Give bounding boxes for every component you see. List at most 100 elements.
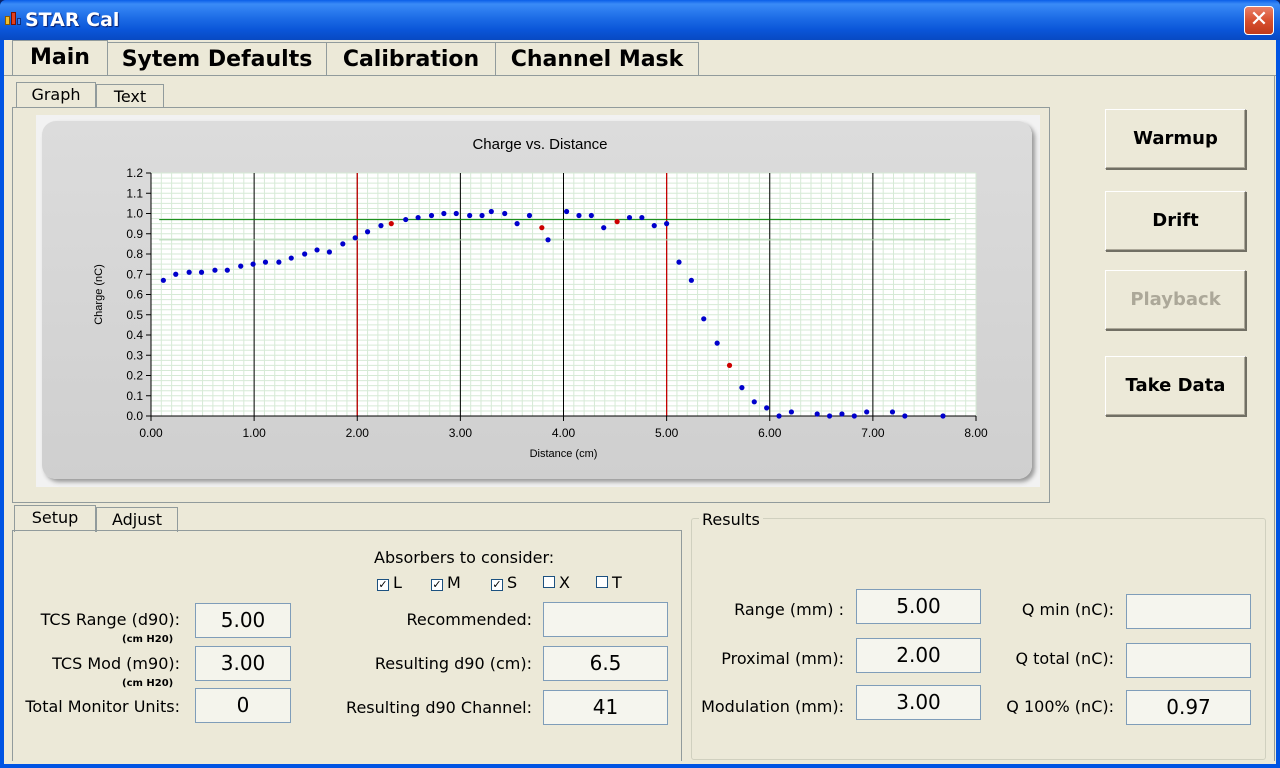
data-point [502,210,508,217]
y-tick-label: 1.1 [126,186,143,200]
data-point [326,249,333,255]
data-point [186,269,192,275]
app-chart-icon [5,12,21,26]
modulation-field[interactable]: 3.00 [856,685,981,720]
data-point [173,271,179,277]
resulting-d90-channel-field[interactable]: 41 [543,690,668,725]
absorber-checkbox-l[interactable]: ✓ L [377,573,402,592]
app-window: STAR Cal ✕ Main Sytem Defaults Calibrati… [0,0,1280,768]
checkbox-label: S [507,573,518,592]
proximal-label: Proximal (mm): [721,649,844,668]
data-point [453,210,459,217]
y-axis-label: Charge (nC) [93,264,105,325]
data-point [776,413,782,419]
tab-main[interactable]: Main [12,40,108,76]
q-100-label: Q 100% (nC): [1006,697,1114,716]
checkbox-label: T [612,573,622,592]
checkbox-label: M [447,573,461,592]
data-point [302,251,308,257]
close-button[interactable]: ✕ [1244,6,1274,35]
data-point [428,212,435,219]
data-point-red [388,221,394,227]
y-tick-label: 0.3 [126,348,143,362]
tab-text[interactable]: Text [96,84,164,109]
warmup-button[interactable]: Warmup [1105,109,1246,169]
title-bar[interactable]: STAR Cal ✕ [0,0,1280,40]
q-min-field[interactable] [1126,594,1251,629]
data-point [262,259,269,265]
data-point [940,413,946,419]
playback-button: Playback [1105,270,1246,330]
tab-graph[interactable]: Graph [16,82,96,109]
y-tick-label: 0.6 [126,288,143,302]
data-point [250,261,256,267]
tab-system-defaults[interactable]: Sytem Defaults [107,42,327,76]
x-tick-label: 2.00 [346,426,370,440]
data-point [563,208,570,215]
x-tick-label: 8.00 [964,426,988,440]
resulting-d90-label: Resulting d90 (cm): [374,654,532,673]
x-tick-label: 7.00 [861,426,885,440]
checkbox-box[interactable]: ✓ [491,579,503,591]
window-title: STAR Cal [25,9,120,31]
data-point [739,385,745,391]
total-monitor-units-field[interactable]: 0 [195,688,291,723]
resulting-d90-field[interactable]: 6.5 [543,646,668,681]
tcs-mod-field[interactable]: 3.00 [195,646,291,681]
data-point [788,409,795,415]
data-point [626,214,633,221]
results-legend: Results [699,510,763,529]
data-point [378,223,384,229]
data-point [576,212,582,219]
y-tick-label: 0.1 [126,389,143,403]
recommended-field[interactable] [543,602,668,637]
x-tick-label: 6.00 [758,426,782,440]
x-tick-label: 1.00 [242,426,266,440]
checkbox-box[interactable]: ✓ [377,579,389,591]
total-monitor-units-label: Total Monitor Units: [25,697,180,716]
tab-adjust[interactable]: Adjust [96,507,178,532]
checkbox-box[interactable]: ✓ [431,579,443,591]
absorber-checkbox-t[interactable]: T [596,573,622,592]
data-point [545,237,551,243]
recommended-label: Recommended: [406,610,532,629]
tcs-range-field[interactable]: 5.00 [195,603,291,638]
tab-divider [4,75,1276,76]
main-tab-strip: Main Sytem Defaults Calibration Channel … [4,40,1276,76]
tcs-mod-unit: (cm H20) [122,678,174,689]
tab-setup[interactable]: Setup [14,505,96,532]
absorber-checkbox-s[interactable]: ✓ S [491,573,517,592]
absorber-checkbox-m[interactable]: ✓ M [431,573,461,592]
y-tick-label: 1.0 [126,207,143,221]
proximal-field[interactable]: 2.00 [856,638,981,673]
checkbox-box[interactable] [543,576,555,588]
range-field[interactable]: 5.00 [856,589,981,624]
data-point [198,269,205,275]
data-point [364,229,371,235]
checkbox-box[interactable] [596,576,608,588]
data-point [676,259,682,265]
bottom-edge [4,761,1276,764]
y-tick-label: 0.7 [126,267,143,281]
data-point [701,316,707,322]
data-point [839,411,845,417]
take-data-button[interactable]: Take Data [1105,356,1246,416]
q-total-label: Q total (nC): [1015,649,1114,668]
data-point [441,210,447,217]
data-point [651,223,657,229]
y-tick-label: 0.5 [126,308,143,322]
x-tick-label: 3.00 [449,426,473,440]
data-point [314,247,320,253]
data-point [639,214,645,221]
q-100-field[interactable]: 0.97 [1126,690,1251,725]
absorber-checkbox-x[interactable]: X [543,573,570,592]
chart-title: Charge vs. Distance [472,136,607,153]
checkbox-label: L [393,573,402,592]
data-point [212,267,218,273]
charge-vs-distance-chart: 0.00 1.00 2.00 3.00 4.00 5.00 6.00 7.00 8.00 0.0 0… [93,136,988,460]
tab-channel-mask[interactable]: Channel Mask [495,42,699,76]
tcs-mod-label: TCS Mod (m90): [52,654,180,673]
tab-calibration[interactable]: Calibration [326,42,496,76]
drift-button[interactable]: Drift [1105,191,1246,251]
q-total-field[interactable] [1126,643,1251,678]
